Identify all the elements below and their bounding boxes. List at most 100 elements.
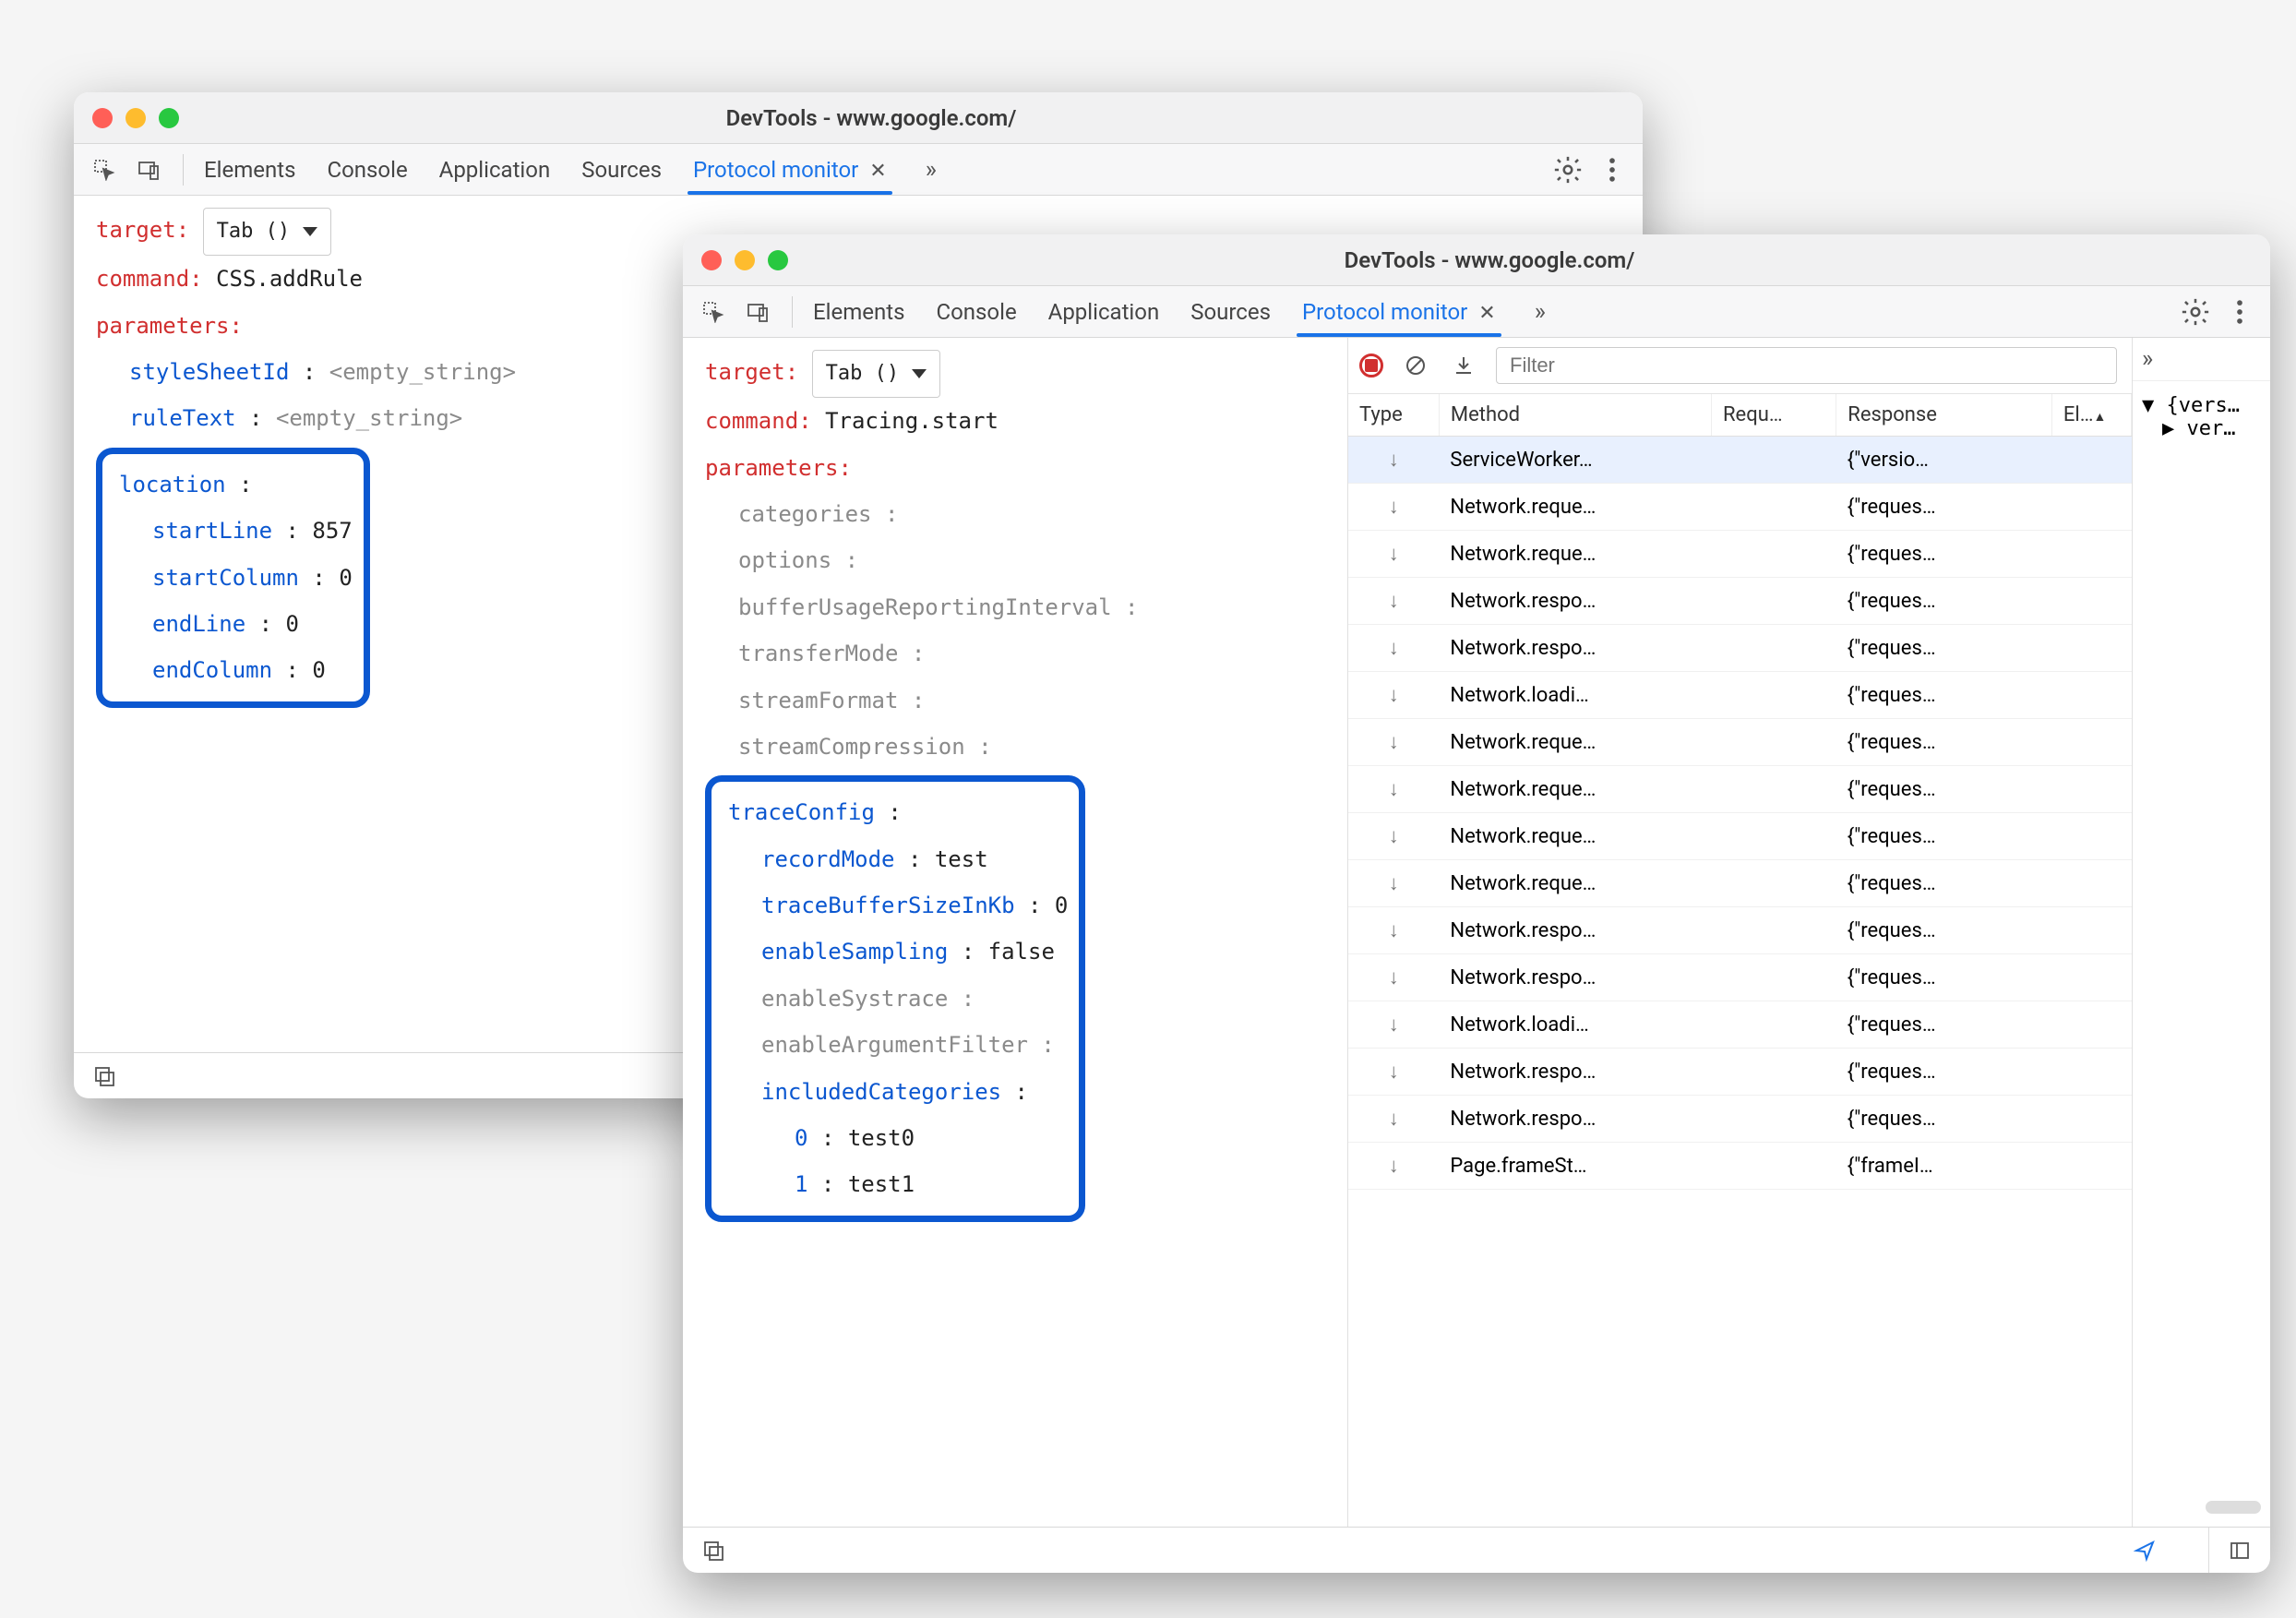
settings-icon[interactable] bbox=[1552, 154, 1584, 186]
close-window-icon[interactable] bbox=[701, 250, 722, 270]
array-index[interactable]: 1 bbox=[795, 1171, 807, 1197]
statusbar bbox=[683, 1527, 2270, 1573]
param-name[interactable]: ruleText bbox=[129, 405, 236, 431]
table-row[interactable]: ↓Network.reque…{"reques… bbox=[1348, 813, 2132, 860]
table-row[interactable]: ↓Network.reque…{"reques… bbox=[1348, 484, 2132, 531]
param-name[interactable]: categories bbox=[738, 501, 872, 527]
tab-protocol-monitor[interactable]: Protocol monitor ✕ bbox=[1300, 288, 1498, 336]
table-row[interactable]: ↓Network.respo…{"reques… bbox=[1348, 907, 2132, 954]
param-name[interactable]: includedCategories bbox=[761, 1079, 1001, 1105]
record-icon[interactable] bbox=[1359, 354, 1383, 378]
kebab-menu-icon[interactable] bbox=[1596, 154, 1628, 186]
drawer-icon[interactable] bbox=[89, 1061, 120, 1092]
zoom-window-icon[interactable] bbox=[768, 250, 788, 270]
drawer-icon[interactable] bbox=[698, 1535, 729, 1566]
param-value[interactable]: <empty_string> bbox=[276, 405, 462, 431]
col-elapsed[interactable]: El…▲ bbox=[2051, 394, 2131, 437]
table-row[interactable]: ↓Network.loadi…{"reques… bbox=[1348, 672, 2132, 719]
tab-elements[interactable]: Elements bbox=[811, 288, 906, 336]
param-name[interactable]: recordMode bbox=[761, 846, 895, 872]
close-tab-icon[interactable]: ✕ bbox=[1478, 302, 1495, 325]
col-method[interactable]: Method bbox=[1439, 394, 1711, 437]
table-row[interactable]: ↓Network.loadi…{"reques… bbox=[1348, 1001, 2132, 1049]
col-type[interactable]: Type bbox=[1348, 394, 1439, 437]
table-row[interactable]: ↓Network.reque…{"reques… bbox=[1348, 860, 2132, 907]
scrollbar-horizontal[interactable] bbox=[2206, 1501, 2261, 1514]
tab-application[interactable]: Application bbox=[437, 146, 553, 194]
param-name[interactable]: streamCompression bbox=[738, 734, 965, 760]
close-window-icon[interactable] bbox=[92, 108, 113, 128]
tree-node[interactable]: ▶ ver… bbox=[2142, 417, 2261, 440]
clear-icon[interactable] bbox=[1400, 350, 1431, 381]
command-value[interactable]: CSS.addRule bbox=[216, 266, 363, 292]
param-value[interactable]: <empty_string> bbox=[329, 359, 516, 385]
table-row[interactable]: ↓Network.respo…{"reques… bbox=[1348, 954, 2132, 1001]
minimize-window-icon[interactable] bbox=[735, 250, 755, 270]
table-row[interactable]: ↓Network.respo…{"reques… bbox=[1348, 578, 2132, 625]
table-row[interactable]: ↓Network.reque…{"reques… bbox=[1348, 766, 2132, 813]
tab-sources[interactable]: Sources bbox=[1189, 288, 1273, 336]
param-value[interactable]: 0 bbox=[339, 565, 352, 591]
minimize-window-icon[interactable] bbox=[126, 108, 146, 128]
param-name[interactable]: startColumn bbox=[152, 565, 299, 591]
filter-input[interactable] bbox=[1496, 347, 2117, 384]
table-row[interactable]: ↓Network.respo…{"reques… bbox=[1348, 1049, 2132, 1096]
param-value[interactable]: false bbox=[988, 939, 1055, 965]
highlight-header[interactable]: traceConfig bbox=[728, 799, 875, 825]
kebab-menu-icon[interactable] bbox=[2224, 296, 2255, 328]
tab-protocol-monitor[interactable]: Protocol monitor ✕ bbox=[691, 146, 889, 194]
param-name[interactable]: enableSystrace bbox=[761, 986, 948, 1012]
tab-console[interactable]: Console bbox=[934, 288, 1018, 336]
more-tabs-icon[interactable]: » bbox=[926, 156, 937, 184]
command-value[interactable]: Tracing.start bbox=[825, 408, 999, 434]
param-name[interactable]: streamFormat bbox=[738, 688, 898, 713]
close-tab-icon[interactable]: ✕ bbox=[869, 160, 886, 183]
table-row[interactable]: ↓Network.respo…{"reques… bbox=[1348, 1096, 2132, 1143]
inspect-icon[interactable] bbox=[698, 296, 729, 328]
param-name[interactable]: styleSheetId bbox=[129, 359, 289, 385]
param-value[interactable]: 0 bbox=[286, 611, 299, 637]
device-toolbar-icon[interactable] bbox=[133, 154, 164, 186]
param-value[interactable]: test bbox=[935, 846, 988, 872]
highlight-header[interactable]: location bbox=[119, 472, 226, 497]
filter-toolbar bbox=[1348, 338, 2132, 394]
toggle-sidebar-icon[interactable] bbox=[2224, 1535, 2255, 1566]
param-name[interactable]: options bbox=[738, 547, 831, 573]
col-response[interactable]: Response bbox=[1836, 394, 2052, 437]
tree-node[interactable]: ▼ {vers… bbox=[2142, 394, 2261, 417]
tab-console[interactable]: Console bbox=[325, 146, 409, 194]
param-value[interactable]: 0 bbox=[312, 657, 325, 683]
param-name[interactable]: startLine bbox=[152, 518, 272, 544]
target-select[interactable]: Tab () bbox=[812, 350, 940, 398]
param-value[interactable]: 0 bbox=[1055, 893, 1068, 918]
array-index[interactable]: 0 bbox=[795, 1125, 807, 1151]
table-row[interactable]: ↓Network.reque…{"reques… bbox=[1348, 719, 2132, 766]
download-icon[interactable] bbox=[1448, 350, 1479, 381]
table-row[interactable]: ↓Network.reque…{"reques… bbox=[1348, 531, 2132, 578]
tab-sources[interactable]: Sources bbox=[580, 146, 664, 194]
param-name[interactable]: transferMode bbox=[738, 641, 898, 666]
more-tabs-icon[interactable]: » bbox=[1535, 298, 1546, 326]
device-toolbar-icon[interactable] bbox=[742, 296, 773, 328]
table-row[interactable]: ↓ServiceWorker…{"versio… bbox=[1348, 437, 2132, 484]
send-icon[interactable] bbox=[2129, 1535, 2160, 1566]
inspect-icon[interactable] bbox=[89, 154, 120, 186]
target-select[interactable]: Tab () bbox=[203, 208, 331, 256]
settings-icon[interactable] bbox=[2180, 296, 2211, 328]
param-name[interactable]: enableSampling bbox=[761, 939, 948, 965]
col-request[interactable]: Requ… bbox=[1712, 394, 1836, 437]
array-value[interactable]: test1 bbox=[848, 1171, 915, 1197]
param-name[interactable]: endColumn bbox=[152, 657, 272, 683]
more-tabs-icon[interactable]: » bbox=[2142, 345, 2153, 373]
array-value[interactable]: test0 bbox=[848, 1125, 915, 1151]
param-name[interactable]: endLine bbox=[152, 611, 245, 637]
param-name[interactable]: enableArgumentFilter bbox=[761, 1032, 1028, 1058]
table-row[interactable]: ↓Network.respo…{"reques… bbox=[1348, 625, 2132, 672]
tab-elements[interactable]: Elements bbox=[202, 146, 297, 194]
tab-application[interactable]: Application bbox=[1046, 288, 1162, 336]
table-row[interactable]: ↓Page.frameSt…{"frameI… bbox=[1348, 1143, 2132, 1190]
param-name[interactable]: bufferUsageReportingInterval bbox=[738, 594, 1112, 620]
zoom-window-icon[interactable] bbox=[159, 108, 179, 128]
param-name[interactable]: traceBufferSizeInKb bbox=[761, 893, 1015, 918]
param-value[interactable]: 857 bbox=[312, 518, 352, 544]
